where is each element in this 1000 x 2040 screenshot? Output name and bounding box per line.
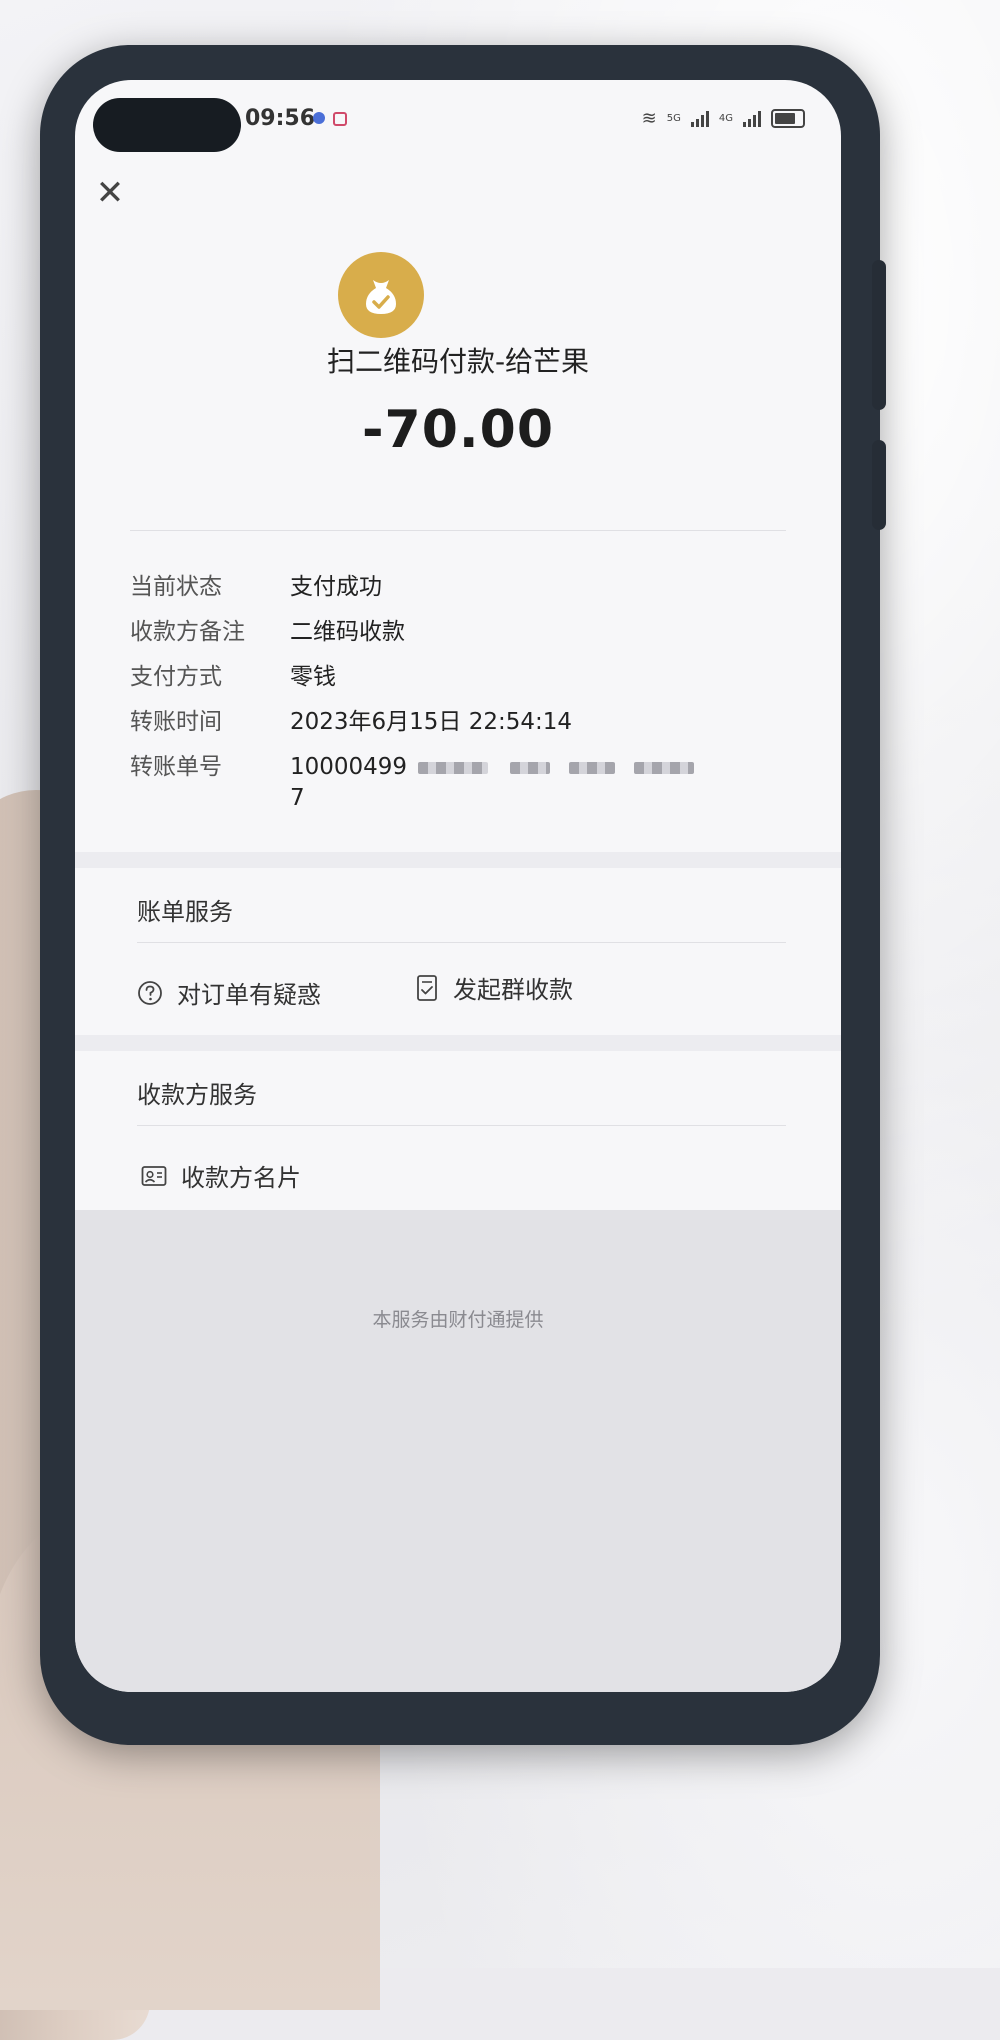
signal-label-2: 4G [718, 113, 733, 124]
detail-value: 2023年6月15日 22:54:14 [290, 709, 573, 735]
order-question-label: 对订单有疑惑 [177, 981, 321, 1009]
app-indicator-icon [313, 112, 325, 124]
power-button [872, 440, 886, 530]
payee-services-title: 收款方服务 [137, 1081, 257, 1109]
detail-label: 收款方备注 [130, 619, 245, 645]
divider [130, 530, 786, 531]
payee-card-label: 收款方名片 [181, 1164, 301, 1192]
battery-icon [771, 109, 805, 128]
detail-row-status: 当前状态 支付成功 [130, 567, 382, 601]
notification-icon [333, 112, 347, 126]
contact-card-icon [141, 1165, 167, 1186]
redacted-block [509, 761, 550, 774]
detail-row-transfer-id: 转账单号 10000499 [130, 747, 695, 781]
money-bag-check-icon [338, 252, 424, 338]
group-collect-label: 发起群收款 [453, 976, 573, 1004]
detail-label: 支付方式 [130, 664, 222, 690]
section-separator [75, 1035, 841, 1051]
close-icon[interactable]: ✕ [93, 176, 127, 210]
payee-card-button[interactable]: 收款方名片 [141, 1158, 301, 1193]
detail-row-transfer-id-line2: 7 [130, 785, 305, 811]
detail-value: 10000499 [290, 754, 408, 780]
redacted-block [634, 761, 695, 774]
detail-value: 零钱 [290, 664, 336, 690]
section-separator [75, 852, 841, 868]
order-question-button[interactable]: 对订单有疑惑 [137, 975, 321, 1010]
bill-services-title: 账单服务 [137, 898, 233, 926]
camera-cutout [93, 98, 241, 152]
signal-bars-icon [690, 110, 709, 127]
signal-bars-icon [743, 110, 761, 127]
provider-footer: 本服务由财付通提供 [372, 1309, 544, 1331]
detail-row-method: 支付方式 零钱 [130, 657, 336, 691]
detail-row-remark: 收款方备注 二维码收款 [130, 612, 405, 646]
detail-label: 转账时间 [130, 709, 222, 735]
volume-button [872, 260, 886, 410]
footer-area [75, 1210, 841, 1692]
document-check-icon [417, 974, 437, 1001]
detail-label: 当前状态 [130, 574, 222, 600]
redacted-block [418, 761, 489, 774]
transaction-title: 扫二维码付款-给芒果 [326, 345, 590, 378]
transaction-amount: -70.00 [361, 400, 555, 460]
status-right: ≋ 5G 4G [642, 108, 805, 129]
detail-value: 二维码收款 [290, 619, 405, 645]
signal-label-1: 5G [666, 113, 681, 124]
divider [137, 1125, 786, 1126]
detail-value: 7 [290, 785, 305, 811]
phone-screen: 09:56 ≋ 5G 4G ✕ 扫二维码付款-给芒果 -70.00 当前状态支付… [75, 80, 841, 1692]
wifi-icon: ≋ [641, 108, 657, 129]
divider [137, 942, 786, 943]
status-time: 09:56 [245, 106, 316, 131]
detail-row-time: 转账时间 2023年6月15日 22:54:14 [130, 702, 572, 736]
redacted-block [569, 761, 616, 774]
detail-label: 转账单号 [130, 754, 222, 780]
group-collect-button[interactable]: 发起群收款 [415, 970, 573, 1005]
question-circle-icon [138, 980, 162, 1005]
detail-value: 支付成功 [290, 574, 382, 600]
